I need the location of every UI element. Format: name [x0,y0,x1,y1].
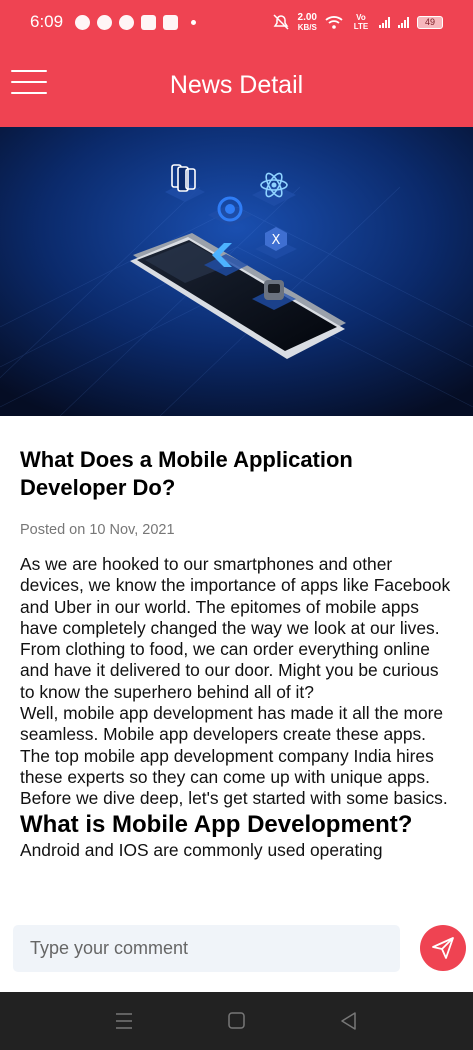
notification-app-icon [97,14,113,30]
net-speed: 2.00 KB/S [297,11,317,32]
page-title: News Detail [169,71,304,99]
article-posted-date: Posted on 10 Nov, 2021 [20,522,175,538]
comment-input[interactable] [13,925,400,972]
svg-text:X: X [272,233,281,248]
net-speed-value: 2.00 [297,11,317,23]
article-paragraph: From clothing to food, we can order ever… [20,639,439,702]
article-paragraph: As we are hooked to our smartphones and … [20,554,451,638]
volte-label: Vo LTE [353,13,369,31]
back-icon[interactable] [337,1010,361,1032]
article-content: What Does a Mobile Application Developer… [20,446,456,861]
comment-bar [0,915,473,992]
article-subheading: What is Mobile App Development? [20,810,413,838]
send-icon [432,937,454,959]
app-bar: News Detail [0,44,473,127]
home-icon[interactable] [225,1010,249,1032]
mobile-app-illustration: X [0,127,473,416]
signal-strength-2-icon [398,16,409,28]
youtube-icon [163,14,179,30]
battery-icon: 49 [417,15,443,29]
whatsapp-icon [75,14,91,30]
more-notifications-dot [191,19,197,25]
send-button[interactable] [420,925,466,971]
article-subtext: Android and IOS are commonly used operat… [20,839,383,860]
wifi-icon [325,16,343,29]
status-bar: 6:09 2.00 KB/S Vo LTE 49 [0,0,473,44]
jio-icon [119,14,135,30]
signal-strength-1-icon [379,16,390,28]
article-body: As we are hooked to our smartphones and … [20,554,456,810]
status-time: 6:09 [30,12,64,31]
app-notification-icon [141,14,157,30]
status-right: 2.00 KB/S Vo LTE 49 [272,11,443,32]
net-speed-unit: KB/S [297,22,317,32]
article-title: What Does a Mobile Application Developer… [20,447,353,500]
article-paragraph: Well, mobile app development has made it… [20,703,448,809]
mute-icon [273,14,289,30]
battery-level: 49 [424,17,435,27]
recent-apps-icon[interactable] [112,1010,136,1032]
article-hero-image: X [0,127,473,416]
system-navigation-bar [0,992,473,1050]
